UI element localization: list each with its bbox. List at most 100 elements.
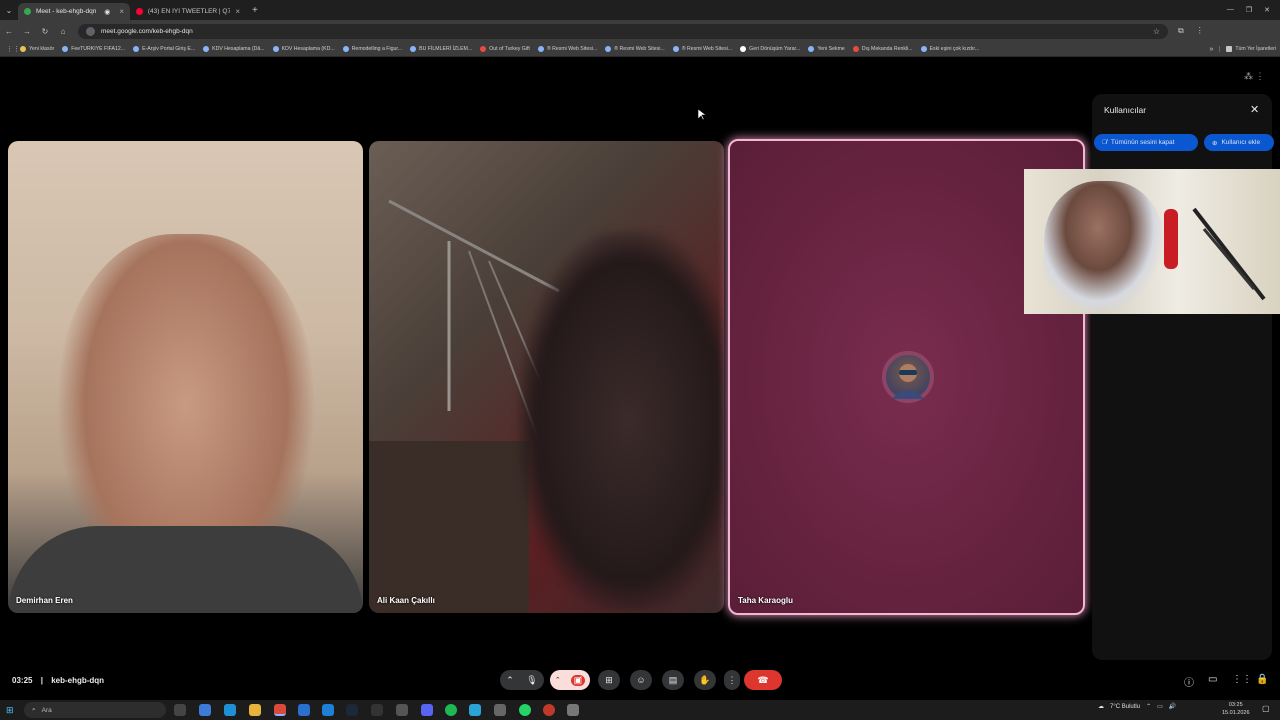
chrome-icon[interactable] — [274, 704, 286, 716]
captions-icon: ▤ — [668, 674, 678, 685]
meeting-details-icon[interactable]: ⓘ — [1184, 674, 1194, 689]
settings-icon[interactable] — [396, 704, 408, 716]
bookmark-item[interactable]: E-Arşiv Portal Giriş E... — [133, 46, 195, 52]
bookmark-star-icon[interactable]: ☆ — [1153, 27, 1160, 36]
reload-icon[interactable]: ↻ — [36, 27, 54, 36]
bookmark-item[interactable]: Yeni Sekme — [808, 46, 845, 52]
more-options-button[interactable]: ⋮ — [724, 670, 740, 690]
video-settings-icon[interactable]: ⌃ — [555, 676, 561, 684]
bookmark-item[interactable]: BU FİLMLERİ İZLEM... — [410, 46, 472, 52]
obs-icon[interactable] — [543, 704, 555, 716]
bookmark-item[interactable]: Eski eşini çok kızdır... — [920, 46, 979, 52]
bookmark-item[interactable]: ® Resmi Web Sitesi... — [605, 46, 665, 52]
windows-start-icon[interactable]: ⊞ — [6, 705, 14, 716]
forward-icon[interactable]: → — [18, 27, 36, 36]
participants-grid-icon[interactable]: ⁂ ⋮ — [1244, 71, 1265, 82]
activities-icon[interactable]: ⋮⋮ — [1232, 674, 1252, 685]
search-placeholder: Ara — [41, 706, 52, 714]
all-bookmarks-folder[interactable]: Tüm Yer İşaretleri — [1219, 46, 1276, 52]
leave-call-button[interactable]: ☎ — [744, 670, 782, 690]
close-tab-icon[interactable]: × — [119, 7, 124, 16]
discord-icon[interactable] — [421, 704, 433, 716]
bookmarks-more-button[interactable]: » — [1209, 46, 1213, 53]
participant-name: Taha Karaoglu — [738, 596, 793, 605]
volume-icon[interactable]: 🔊 — [1169, 703, 1176, 710]
system-tray: ☁ 7°C Bulutlu ⌃ ▭ 🔊 — [1098, 703, 1176, 711]
tab-list-icon[interactable]: ⌄ — [0, 6, 18, 15]
new-tab-button[interactable]: + — [252, 5, 258, 16]
reactions-button[interactable]: ☺ — [630, 670, 652, 690]
search-icon: ⌕ — [32, 706, 36, 713]
youtube-favicon-icon — [136, 8, 143, 15]
bookmark-item[interactable]: Yeni klasör — [20, 46, 54, 52]
minimize-icon[interactable]: — — [1227, 6, 1234, 14]
participant-video — [519, 231, 724, 611]
whatsapp-icon[interactable] — [519, 704, 531, 716]
vscode-icon[interactable] — [322, 704, 334, 716]
telegram-icon[interactable] — [469, 704, 481, 716]
clock-date: 15.01.2026 — [1222, 710, 1250, 716]
host-controls-icon[interactable]: 🔒 — [1256, 674, 1268, 685]
taskbar-search[interactable]: ⌕ Ara — [24, 702, 166, 718]
mute-all-label: Tümünün sesini kapat — [1110, 139, 1175, 146]
mic-icon[interactable]: 🎙 — [526, 675, 537, 686]
weather-text[interactable]: 7°C Bulutlu — [1110, 704, 1140, 710]
raise-hand-button[interactable]: ✋ — [694, 670, 716, 690]
steam-icon[interactable] — [346, 704, 358, 716]
bookmark-item[interactable]: KDV Hesaplama (Dâ... — [203, 46, 265, 52]
participant-tile[interactable]: Ali Kaan Çakıllı — [369, 141, 724, 613]
spotify-icon[interactable] — [445, 704, 457, 716]
bookmark-item[interactable]: Dış Mekanda Renkli... — [852, 46, 913, 52]
participant-name: Ali Kaan Çakıllı — [377, 596, 435, 605]
camera-off-icon[interactable]: ▣̸ — [570, 674, 586, 686]
tab-youtube[interactable]: (43) EN İYİ TWEETLER | Q7 ADA × — [130, 3, 246, 20]
bookmark-item[interactable]: Out of Turkey Gift — [480, 46, 530, 52]
present-button[interactable]: ⊞ — [598, 670, 620, 690]
mute-all-button[interactable]: 🎙̸ Tümünün sesini kapat — [1094, 134, 1198, 151]
copilot-icon[interactable] — [199, 704, 211, 716]
tab-label: (43) EN İYİ TWEETLER | Q7 ADA — [147, 8, 231, 15]
bookmark-item[interactable]: ® Resmi Web Sitesi... — [672, 46, 732, 52]
url-field[interactable]: meet.google.com/keb-ehgb-dqn ☆ — [78, 23, 1168, 39]
bookmark-item[interactable]: FeeTURKIYE FIFA12... — [62, 46, 125, 52]
notifications-icon[interactable]: ▢ — [1262, 704, 1270, 713]
taskbar-clock[interactable]: 03:25 15.01.2026 — [1222, 701, 1250, 717]
bookmarks-bar: ⋮⋮ Yeni klasör FeeTURKIYE FIFA12... E-Ar… — [0, 42, 1280, 57]
mouse-cursor-icon — [698, 109, 706, 121]
bookmark-item[interactable]: Remodelling a Figur... — [342, 46, 402, 52]
maximize-icon[interactable]: ❐ — [1246, 6, 1252, 14]
file-explorer-icon[interactable] — [249, 704, 261, 716]
captions-button[interactable]: ▤ — [662, 670, 684, 690]
bookmark-item[interactable]: KDV Hesaplama (KD... — [272, 46, 335, 52]
participant-tile[interactable]: Demirhan Eren — [8, 141, 363, 613]
tray-overflow-icon[interactable]: ⌃ — [1146, 703, 1151, 710]
bookmark-item[interactable]: ® Resmi Web Sitesi... — [537, 46, 597, 52]
site-info-icon[interactable] — [86, 26, 95, 36]
meeting-code: keb-ehgb-dqn — [51, 676, 105, 685]
task-view-icon[interactable] — [174, 704, 186, 716]
network-icon[interactable]: ▭ — [1157, 703, 1163, 710]
back-icon[interactable]: ← — [0, 27, 18, 36]
epic-games-icon[interactable] — [371, 704, 383, 716]
window-close-icon[interactable]: ✕ — [1264, 6, 1270, 14]
add-people-button[interactable]: ⊕ Kullanıcı ekle — [1204, 134, 1274, 151]
close-panel-icon[interactable]: ✕ — [1250, 103, 1259, 116]
calculator-icon[interactable] — [567, 704, 579, 716]
weather-icon: ☁ — [1098, 704, 1104, 710]
edge-icon[interactable] — [224, 704, 236, 716]
home-icon[interactable]: ⌂ — [54, 27, 72, 36]
close-tab-icon[interactable]: × — [235, 7, 240, 16]
audio-icon: ◉ — [104, 8, 111, 16]
audio-settings-icon[interactable]: ⌃ — [506, 675, 514, 686]
chat-icon[interactable]: ▭ — [1208, 674, 1217, 685]
mic-off-icon: 🎙̸ — [1102, 139, 1107, 146]
download-icon[interactable]: ⋮ — [1196, 26, 1204, 36]
tab-meet[interactable]: Meet - keb-ehgb-dqn ◉ × — [18, 3, 130, 20]
bookmark-item[interactable]: Geri Dönüşüm Yarar... — [740, 46, 800, 52]
gear-icon[interactable] — [494, 704, 506, 716]
webcam-person — [1044, 181, 1164, 314]
apps-icon[interactable]: ⋮⋮ — [6, 45, 20, 53]
store-icon[interactable] — [298, 704, 310, 716]
extensions-icon[interactable]: ⧉ — [1178, 26, 1184, 36]
info-separator: | — [40, 676, 43, 685]
